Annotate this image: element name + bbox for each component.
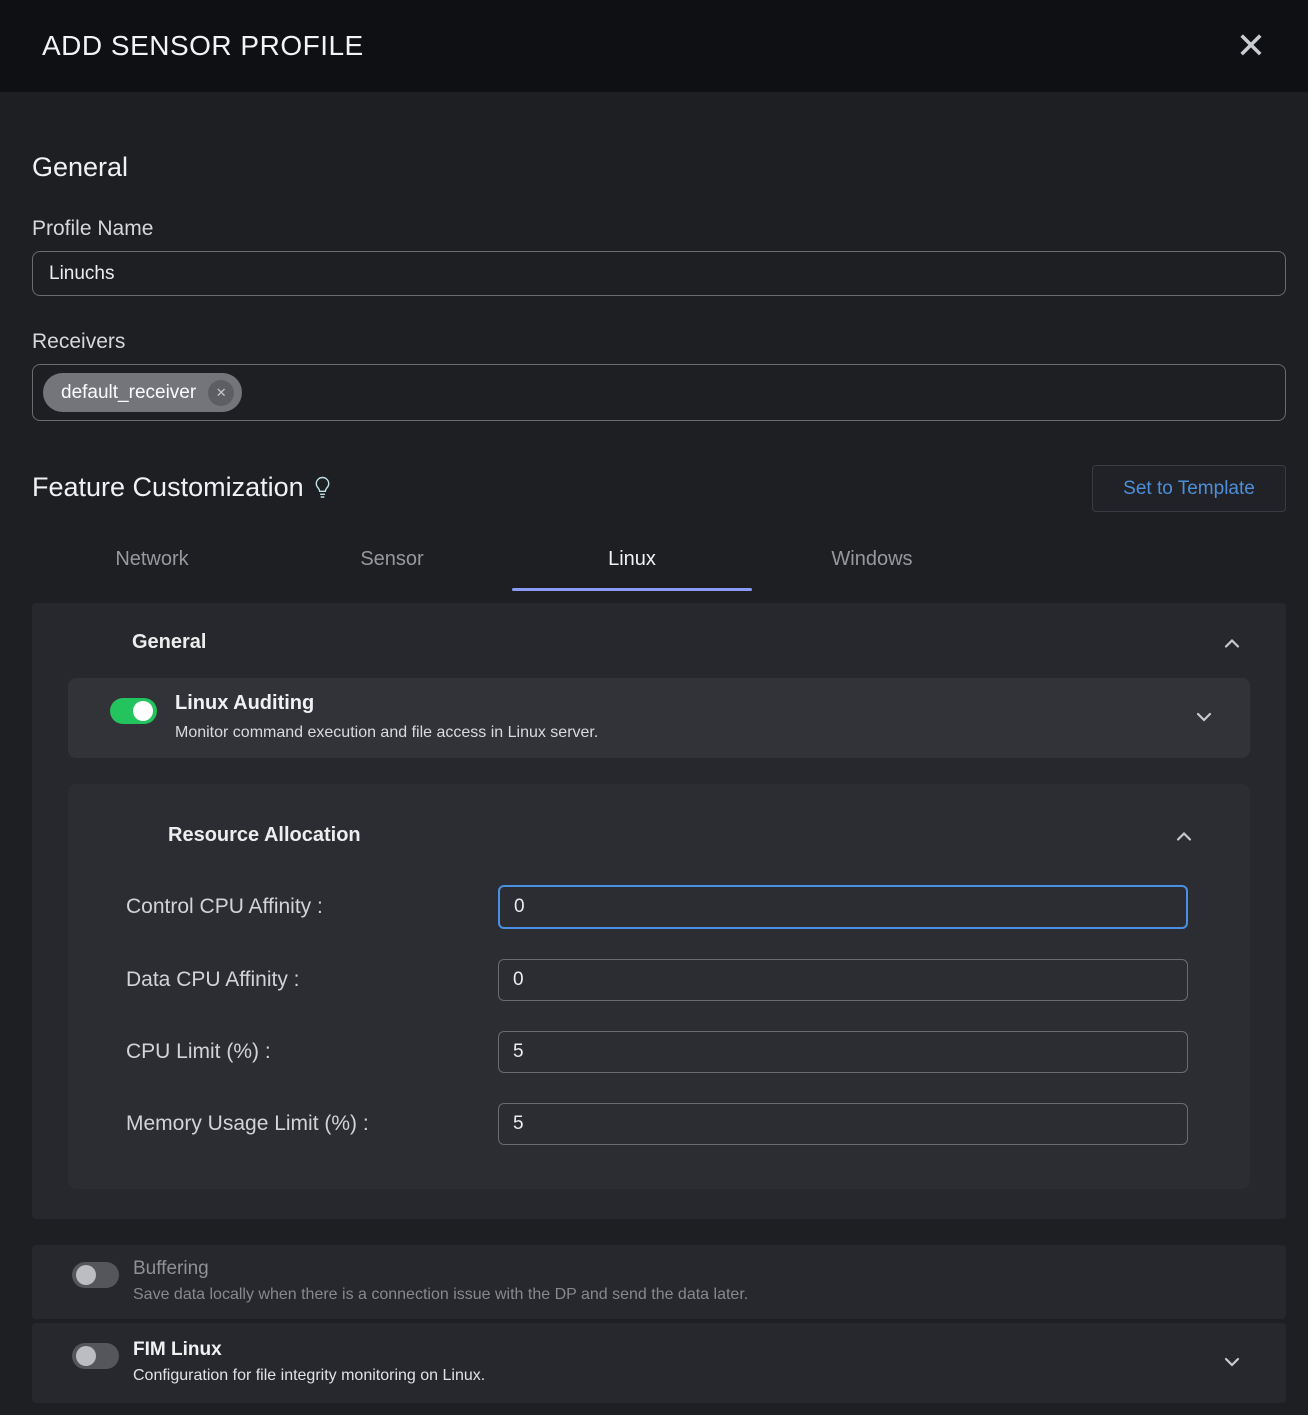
fim-linux-title: FIM Linux xyxy=(133,1339,1222,1361)
chevron-up-icon[interactable] xyxy=(1174,829,1194,843)
feature-customization-heading: Feature Customization xyxy=(32,472,304,503)
data-cpu-affinity-input[interactable] xyxy=(498,959,1188,1001)
set-to-template-button[interactable]: Set to Template xyxy=(1092,465,1286,512)
chip-remove-icon[interactable]: ✕ xyxy=(208,380,234,406)
cpu-limit-label: CPU Limit (%) : xyxy=(126,1040,498,1064)
modal-header: ADD SENSOR PROFILE ✕ xyxy=(0,0,1308,92)
modal-title: ADD SENSOR PROFILE xyxy=(42,30,364,62)
memory-usage-limit-label: Memory Usage Limit (%) : xyxy=(126,1112,498,1136)
feature-tabs: Network Sensor Linux Windows xyxy=(32,532,1286,591)
toggle-knob xyxy=(76,1346,96,1366)
tab-sensor[interactable]: Sensor xyxy=(272,532,512,591)
chevron-down-icon[interactable] xyxy=(1222,1355,1242,1369)
fim-linux-card: FIM Linux Configuration for file integri… xyxy=(32,1323,1286,1403)
memory-usage-limit-row: Memory Usage Limit (%) : xyxy=(68,1103,1250,1145)
toggle-knob xyxy=(133,701,153,721)
control-cpu-affinity-label: Control CPU Affinity : xyxy=(126,895,498,919)
linux-auditing-card: Linux Auditing Monitor command execution… xyxy=(68,678,1250,758)
toggle-knob xyxy=(76,1265,96,1285)
tab-linux[interactable]: Linux xyxy=(512,532,752,591)
receiver-chip-label: default_receiver xyxy=(61,382,196,404)
chevron-down-icon[interactable] xyxy=(1194,710,1214,724)
linux-auditing-description: Monitor command execution and file acces… xyxy=(175,724,1194,742)
control-cpu-affinity-row: Control CPU Affinity : xyxy=(68,885,1250,929)
general-section-heading: General xyxy=(32,152,1286,183)
memory-usage-limit-input[interactable] xyxy=(498,1103,1188,1145)
profile-name-label: Profile Name xyxy=(32,217,1286,241)
buffering-description: Save data locally when there is a connec… xyxy=(133,1286,1242,1304)
linux-auditing-toggle[interactable] xyxy=(110,698,157,724)
receivers-label: Receivers xyxy=(32,330,1286,354)
tab-network[interactable]: Network xyxy=(32,532,272,591)
resource-allocation-heading: Resource Allocation xyxy=(168,824,361,847)
control-cpu-affinity-input[interactable] xyxy=(498,885,1188,929)
modal-body: General Profile Name Receivers default_r… xyxy=(0,152,1308,1403)
fim-linux-toggle[interactable] xyxy=(72,1343,119,1369)
data-cpu-affinity-row: Data CPU Affinity : xyxy=(68,959,1250,1001)
buffering-card: Buffering Save data locally when there i… xyxy=(32,1245,1286,1319)
close-icon[interactable]: ✕ xyxy=(1236,28,1266,64)
buffering-title: Buffering xyxy=(133,1258,1242,1280)
linux-tab-panel: General Linux Auditing Monitor command e… xyxy=(32,603,1286,1219)
data-cpu-affinity-label: Data CPU Affinity : xyxy=(126,968,498,992)
resource-allocation-panel: Resource Allocation Control CPU Affinity… xyxy=(68,784,1250,1189)
fim-linux-description: Configuration for file integrity monitor… xyxy=(133,1367,1222,1385)
lightbulb-icon xyxy=(314,476,331,505)
buffering-toggle[interactable] xyxy=(72,1262,119,1288)
receiver-chip: default_receiver ✕ xyxy=(43,373,242,412)
cpu-limit-input[interactable] xyxy=(498,1031,1188,1073)
profile-name-input[interactable] xyxy=(32,251,1286,296)
chevron-up-icon[interactable] xyxy=(1222,636,1242,650)
cpu-limit-row: CPU Limit (%) : xyxy=(68,1031,1250,1073)
linux-general-group-heading: General xyxy=(132,631,206,654)
linux-auditing-title: Linux Auditing xyxy=(175,692,1194,715)
tab-windows[interactable]: Windows xyxy=(752,532,992,591)
receivers-input[interactable]: default_receiver ✕ xyxy=(32,364,1286,421)
